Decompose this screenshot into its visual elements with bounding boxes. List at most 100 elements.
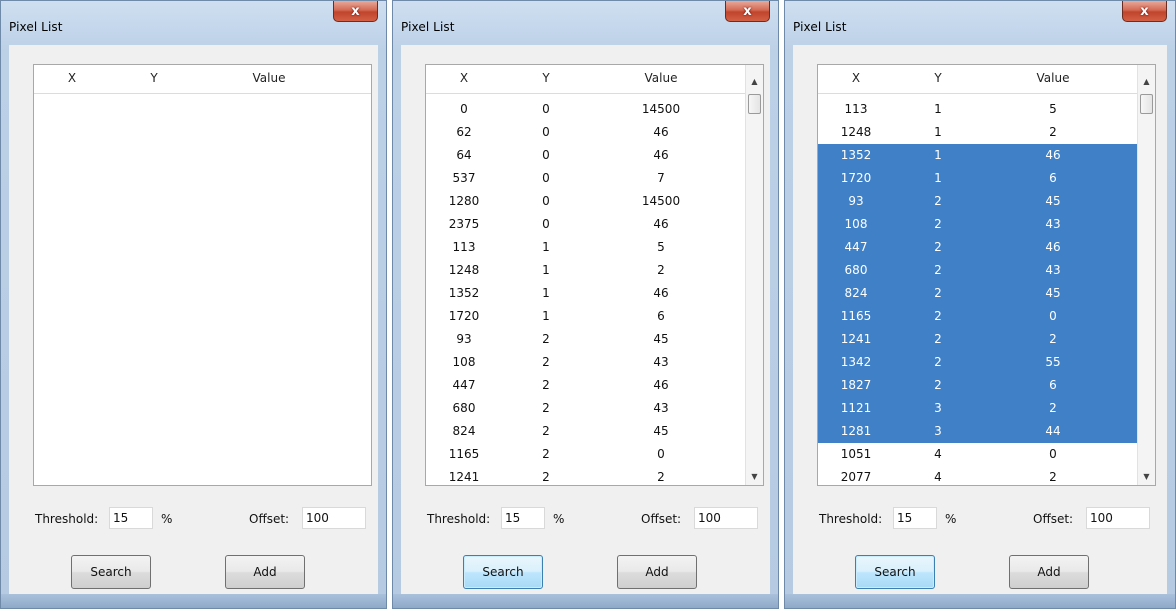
search-button[interactable]: Search	[855, 555, 935, 589]
cell-y: 1	[934, 171, 942, 185]
column-header-value[interactable]: Value	[601, 71, 721, 85]
cell-x: 1248	[448, 263, 480, 277]
list-item[interactable]: 824 2 45	[426, 420, 763, 443]
offset-input[interactable]: 100	[694, 507, 758, 529]
threshold-input[interactable]: 15	[501, 507, 545, 529]
cell-y: 0	[542, 217, 550, 231]
list-item[interactable]: 1241 2 2	[818, 328, 1155, 351]
list-item[interactable]: 1165 2 0	[426, 443, 763, 466]
close-icon: x	[743, 3, 752, 19]
column-header-x[interactable]: X	[826, 71, 886, 85]
vertical-scrollbar[interactable]: ▲ ▼	[1137, 65, 1155, 485]
cell-value: 5	[1049, 102, 1057, 116]
column-header-y[interactable]: Y	[908, 71, 968, 85]
cell-x: 1241	[840, 332, 872, 346]
search-button[interactable]: Search	[71, 555, 151, 589]
list-item[interactable]: 93 2 45	[818, 190, 1155, 213]
cell-y: 1	[934, 102, 942, 116]
scroll-down-arrow-icon[interactable]: ▼	[1138, 468, 1155, 485]
title-bar[interactable]: Pixel List x	[393, 1, 778, 45]
list-item[interactable]: 1248 1 2	[426, 259, 763, 282]
list-item[interactable]: 680 2 43	[818, 259, 1155, 282]
list-item[interactable]: 824 2 45	[818, 282, 1155, 305]
cell-y: 2	[542, 424, 550, 438]
search-button[interactable]: Search	[463, 555, 543, 589]
add-button[interactable]: Add	[617, 555, 697, 589]
offset-input[interactable]: 100	[302, 507, 366, 529]
cell-x: 1352	[448, 286, 480, 300]
column-header-x[interactable]: X	[42, 71, 102, 85]
list-item[interactable]: 1281 3 44	[818, 420, 1155, 443]
column-header-y[interactable]: Y	[124, 71, 184, 85]
list-item[interactable]: 1051 4 0	[818, 443, 1155, 466]
title-bar[interactable]: Pixel List x	[1, 1, 386, 45]
cell-value: 43	[653, 355, 669, 369]
list-item[interactable]: 1352 1 46	[818, 144, 1155, 167]
threshold-label: Threshold:	[819, 512, 883, 526]
list-item[interactable]: 447 2 46	[818, 236, 1155, 259]
list-item[interactable]: 93 2 45	[426, 328, 763, 351]
list-item[interactable]: 1248 1 2	[818, 121, 1155, 144]
cell-value: 43	[653, 401, 669, 415]
cell-x: 1720	[448, 309, 480, 323]
list-item[interactable]: 1280 0 14500	[426, 190, 763, 213]
scroll-up-arrow-icon[interactable]: ▲	[746, 73, 763, 90]
add-button[interactable]: Add	[225, 555, 305, 589]
cell-value: 46	[653, 217, 669, 231]
list-item[interactable]: 447 2 46	[426, 374, 763, 397]
pixel-list[interactable]: X Y Value	[33, 64, 372, 486]
scroll-thumb[interactable]	[1140, 94, 1153, 114]
list-item[interactable]: 1827 2 6	[818, 374, 1155, 397]
offset-input[interactable]: 100	[1086, 507, 1150, 529]
cell-x: 1352	[840, 148, 872, 162]
close-button[interactable]: x	[725, 1, 770, 22]
threshold-input[interactable]: 15	[109, 507, 153, 529]
list-item[interactable]: 64 0 46	[426, 144, 763, 167]
list-item[interactable]: 0 0 14500	[426, 98, 763, 121]
list-item[interactable]: 62 0 46	[426, 121, 763, 144]
cell-x: 1342	[840, 355, 872, 369]
column-header-x[interactable]: X	[434, 71, 494, 85]
dialog-client-area: X Y Value 113 1 5 1248 1 2 1352 1 46 172…	[793, 45, 1167, 594]
close-button[interactable]: x	[333, 1, 378, 22]
list-item[interactable]: 1121 3 2	[818, 397, 1155, 420]
scroll-down-arrow-icon[interactable]: ▼	[746, 468, 763, 485]
cell-y: 0	[542, 102, 550, 116]
list-item[interactable]: 1241 2 2	[426, 466, 763, 485]
list-item[interactable]: 108 2 43	[426, 351, 763, 374]
list-item[interactable]: 680 2 43	[426, 397, 763, 420]
cell-value: 2	[1049, 332, 1057, 346]
list-item[interactable]: 1720 1 6	[426, 305, 763, 328]
list-item[interactable]: 1720 1 6	[818, 167, 1155, 190]
cell-x: 1280	[448, 194, 480, 208]
close-button[interactable]: x	[1122, 1, 1167, 22]
list-item[interactable]: 113 1 5	[426, 236, 763, 259]
list-item[interactable]: 2077 4 2	[818, 466, 1155, 485]
cell-value: 6	[657, 309, 665, 323]
cell-x: 1827	[840, 378, 872, 392]
title-bar[interactable]: Pixel List x	[785, 1, 1175, 45]
list-item[interactable]: 1342 2 55	[818, 351, 1155, 374]
add-button[interactable]: Add	[1009, 555, 1089, 589]
cell-y: 0	[542, 148, 550, 162]
column-header-y[interactable]: Y	[516, 71, 576, 85]
list-item[interactable]: 2375 0 46	[426, 213, 763, 236]
scroll-thumb[interactable]	[748, 94, 761, 114]
threshold-input[interactable]: 15	[893, 507, 937, 529]
column-header-value[interactable]: Value	[209, 71, 329, 85]
cell-x: 1241	[448, 470, 480, 484]
column-header-value[interactable]: Value	[993, 71, 1113, 85]
cell-value: 2	[1049, 401, 1057, 415]
pixel-list[interactable]: X Y Value 113 1 5 1248 1 2 1352 1 46 172…	[817, 64, 1156, 486]
list-item[interactable]: 1165 2 0	[818, 305, 1155, 328]
cell-value: 44	[1045, 424, 1061, 438]
cell-x: 447	[844, 240, 868, 254]
list-item[interactable]: 1352 1 46	[426, 282, 763, 305]
vertical-scrollbar[interactable]: ▲ ▼	[745, 65, 763, 485]
pixel-list[interactable]: X Y Value 0 0 14500 62 0 46 64 0 46 537 …	[425, 64, 764, 486]
cell-value: 46	[653, 286, 669, 300]
list-item[interactable]: 113 1 5	[818, 98, 1155, 121]
list-item[interactable]: 537 0 7	[426, 167, 763, 190]
scroll-up-arrow-icon[interactable]: ▲	[1138, 73, 1155, 90]
list-item[interactable]: 108 2 43	[818, 213, 1155, 236]
